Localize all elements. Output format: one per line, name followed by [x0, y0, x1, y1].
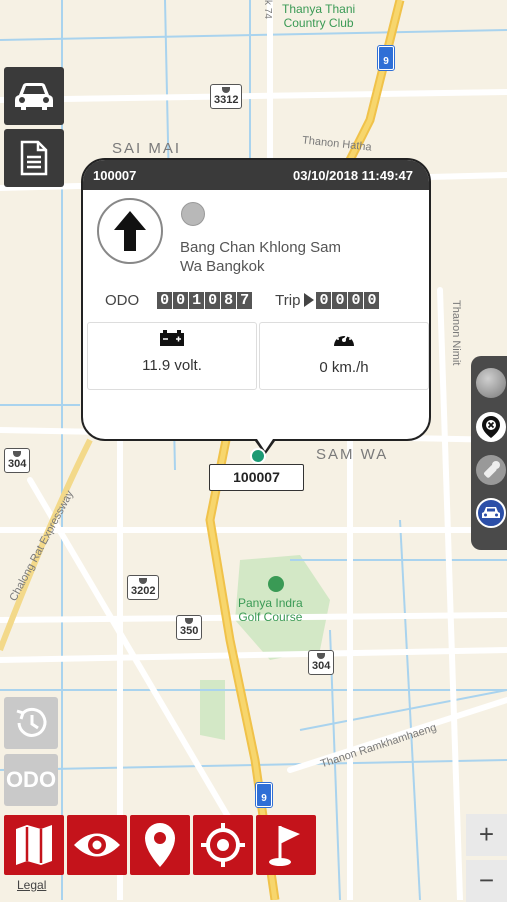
- trip-label: Trip: [275, 291, 301, 309]
- route-shield: 3312: [210, 84, 243, 109]
- map-label-sai-mai: SAI MAI: [112, 140, 182, 157]
- locate-button[interactable]: [193, 815, 253, 875]
- battery-box: 11.9 volt.: [87, 322, 257, 390]
- status-dot: [181, 202, 205, 226]
- status-dot-icon[interactable]: [476, 368, 506, 398]
- trip-digit: 0: [332, 292, 348, 309]
- map-label-thanon-nimit: Thanon Nimit: [450, 300, 462, 366]
- flag-button[interactable]: [256, 815, 316, 875]
- battery-icon: [160, 330, 184, 346]
- trip-digits: 0000: [316, 291, 380, 309]
- popup-datetime: 03/10/2018 11:49:47: [293, 167, 413, 183]
- odometer-row: ODO 001087 Trip 0000: [105, 291, 380, 309]
- legal-link[interactable]: Legal: [17, 878, 46, 892]
- map-label-club: Thanya Thani Country Club: [282, 2, 356, 30]
- odo-digit: 0: [205, 292, 221, 309]
- route-shield: 304: [4, 448, 31, 473]
- key-icon[interactable]: [476, 455, 506, 485]
- golf-icon: [268, 576, 284, 592]
- car-front-icon[interactable]: [476, 498, 506, 528]
- car-icon: [15, 83, 53, 110]
- speed-box: 0 km./h: [259, 322, 429, 390]
- history-button[interactable]: [4, 697, 58, 749]
- map-layers-button[interactable]: [4, 815, 64, 875]
- speedometer-icon: [334, 332, 354, 346]
- route-shield: 350: [176, 615, 203, 640]
- right-toolbar: [471, 356, 507, 550]
- vehicle-info-popup: 100007 03/10/2018 11:49:47 Bang Chan Khl…: [81, 158, 431, 455]
- route-shield: 304: [308, 650, 335, 675]
- map-icon: [16, 825, 52, 865]
- play-icon: [304, 293, 315, 307]
- map-label-golf: Panya Indra Golf Course: [238, 596, 303, 624]
- battery-value: 11.9 volt.: [142, 357, 202, 374]
- flag-icon: [269, 826, 300, 866]
- zoom-out-button[interactable]: −: [466, 860, 507, 902]
- zoom-in-button[interactable]: +: [466, 814, 507, 856]
- eye-icon: [74, 833, 120, 857]
- trip-digit: 0: [364, 292, 380, 309]
- odo-digit: 0: [157, 292, 173, 309]
- highway-shield: 9: [377, 45, 395, 71]
- vehicle-marker-icon[interactable]: [250, 448, 266, 464]
- highway-shield: 9: [255, 782, 273, 808]
- view-button[interactable]: [67, 815, 127, 875]
- map-label-soi: k 74: [261, 0, 273, 19]
- report-button[interactable]: [4, 129, 64, 187]
- odo-label: ODO: [105, 291, 140, 309]
- popup-device-id: 100007: [93, 167, 137, 183]
- location-text: Bang Chan Khlong Sam Wa Bangkok: [180, 239, 341, 275]
- document-icon: [20, 140, 48, 176]
- odo-button[interactable]: ODO: [4, 754, 58, 806]
- heading-arrow-icon: [97, 198, 163, 264]
- target-icon: [201, 823, 245, 867]
- pin-icon: [145, 823, 175, 867]
- route-shield: 3202: [127, 575, 160, 600]
- speed-value: 0 km./h: [319, 359, 369, 376]
- map-label-sam-wa: SAM WA: [316, 446, 389, 463]
- odo-digits: 001087: [157, 291, 253, 309]
- odo-digit: 1: [189, 292, 205, 309]
- location-off-icon[interactable]: [476, 412, 506, 442]
- vehicle-button[interactable]: [4, 67, 64, 125]
- trip-digit: 0: [348, 292, 364, 309]
- vehicle-marker-label[interactable]: 100007: [209, 464, 304, 491]
- trip-digit: 0: [316, 292, 332, 309]
- history-icon: [16, 707, 47, 737]
- odo-digit: 8: [221, 292, 237, 309]
- odo-digit: 7: [237, 292, 253, 309]
- odo-digit: 0: [173, 292, 189, 309]
- location-pin-button[interactable]: [130, 815, 190, 875]
- popup-header: 100007 03/10/2018 11:49:47: [83, 160, 429, 190]
